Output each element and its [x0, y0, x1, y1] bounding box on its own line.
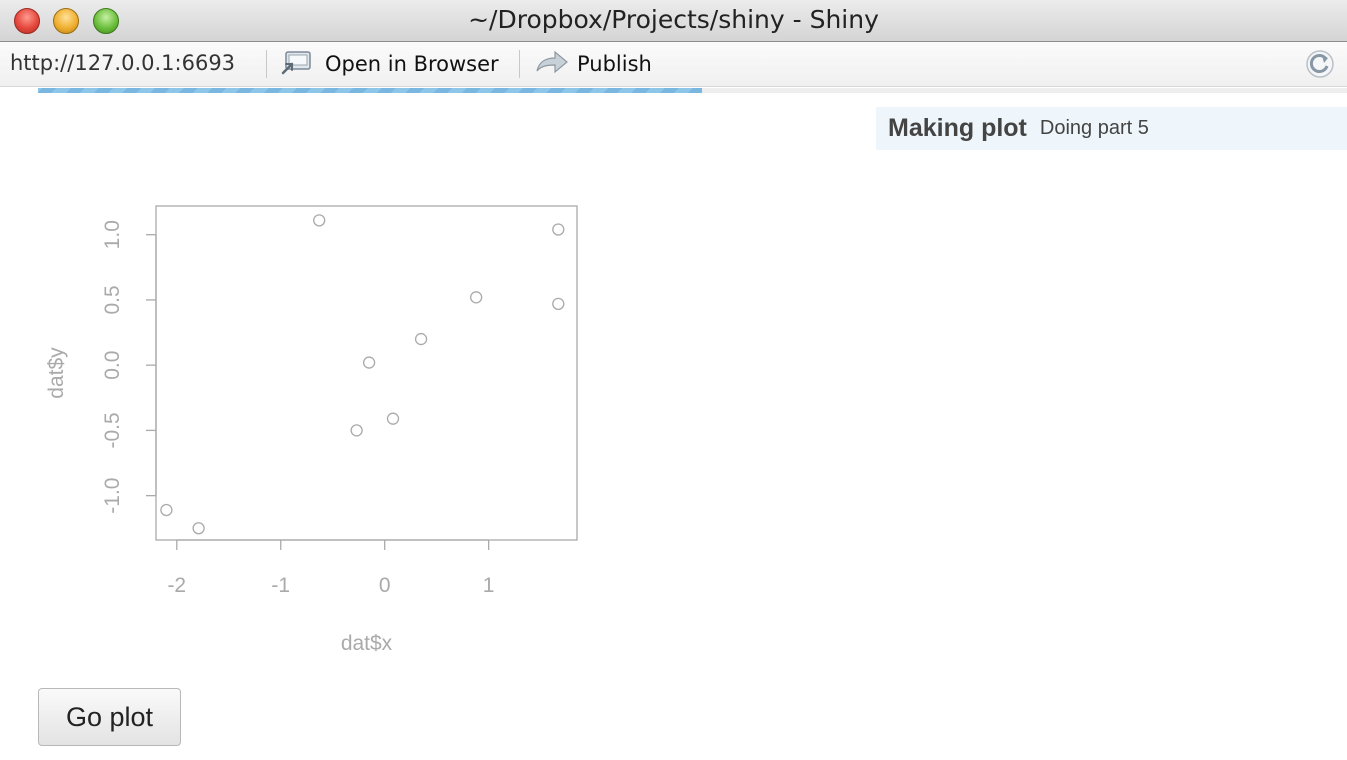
data-point	[470, 291, 483, 304]
y-axis-label: dat$y	[45, 347, 68, 399]
viewer-toolbar: http://127.0.0.1:6693 Open in Browser Pu…	[0, 42, 1347, 87]
y-tick-label: 0.0	[101, 351, 124, 380]
x-tick-label: 1	[483, 574, 495, 597]
progress-bar	[38, 88, 1347, 93]
plot-frame	[155, 205, 578, 541]
plot-output: -2 -1 0 1 -1.0 -0.5 0.0 0.5 1.0 dat$x dat$y	[0, 170, 620, 670]
data-point	[552, 223, 565, 236]
publish-icon	[535, 49, 569, 79]
data-point	[386, 412, 400, 425]
data-point	[160, 503, 173, 517]
toolbar-divider	[266, 50, 267, 78]
data-point	[192, 522, 205, 535]
data-point	[414, 332, 428, 346]
progress-notification: Making plot Doing part 5	[876, 107, 1347, 150]
open-in-browser-label: Open in Browser	[325, 52, 499, 76]
progress-detail: Doing part 5	[1039, 117, 1149, 139]
title-bar: ~/Dropbox/Projects/shiny - Shiny	[0, 0, 1347, 42]
y-tick-label: 0.5	[101, 285, 124, 314]
progress-message: Making plot	[888, 114, 1027, 142]
window-title: ~/Dropbox/Projects/shiny - Shiny	[468, 5, 879, 34]
x-tick-label: -2	[167, 574, 186, 597]
y-tick-label: -1.0	[101, 478, 124, 514]
y-tick-label: -0.5	[101, 412, 124, 448]
publish-button[interactable]: Publish	[535, 49, 652, 79]
refresh-button[interactable]	[1305, 49, 1335, 79]
toolbar-divider	[519, 50, 520, 78]
x-tick-label: 0	[379, 574, 391, 597]
scatter-plot: -2 -1 0 1 -1.0 -0.5 0.0 0.5 1.0 dat$x dat$y	[45, 205, 578, 655]
data-point	[313, 214, 326, 227]
data-point	[350, 424, 363, 437]
go-plot-button[interactable]: Go plot	[38, 688, 181, 746]
data-point	[362, 356, 376, 369]
x-tick-label: -1	[271, 574, 290, 597]
x-axis-label: dat$x	[341, 632, 393, 655]
data-point	[552, 297, 565, 311]
open-in-browser-button[interactable]: Open in Browser	[281, 49, 499, 79]
refresh-icon	[1305, 50, 1335, 83]
y-tick-label: 1.0	[101, 220, 124, 249]
open-in-browser-icon	[281, 49, 317, 79]
publish-label: Publish	[577, 52, 652, 76]
url-display[interactable]: http://127.0.0.1:6693	[10, 51, 235, 75]
progress-bar-fill	[38, 88, 702, 93]
